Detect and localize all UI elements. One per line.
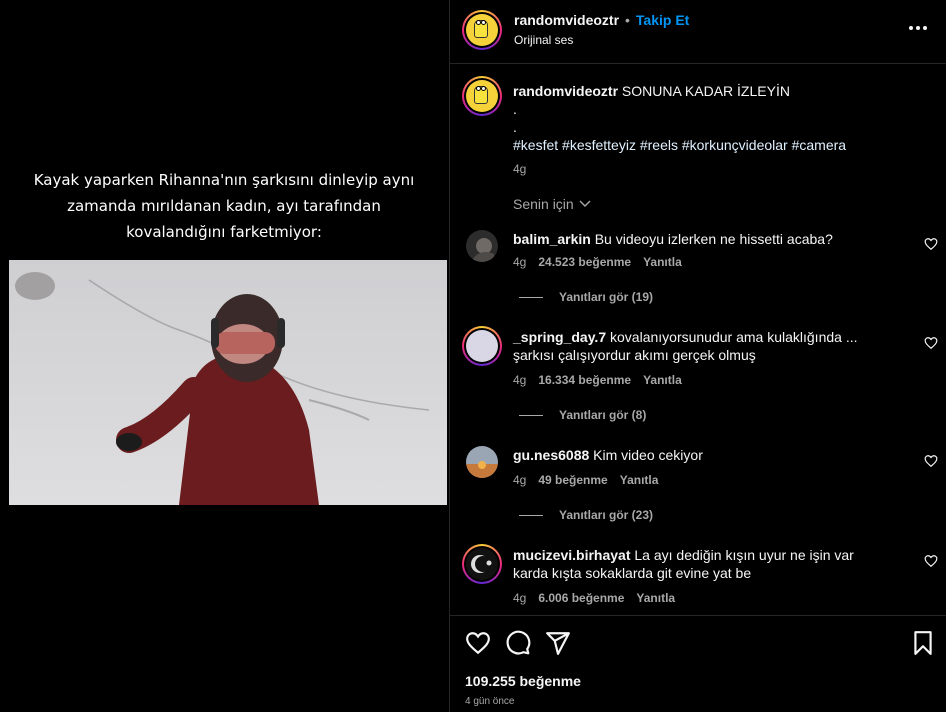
comment-username[interactable]: balim_arkin bbox=[513, 231, 591, 247]
caption-line: Kayak yaparken Rihanna'nın şarkısını din… bbox=[33, 171, 415, 189]
audio-label[interactable]: Orijinal ses bbox=[514, 33, 573, 47]
view-replies-button[interactable]: Yanıtları gör (8) bbox=[519, 408, 646, 422]
reply-button[interactable]: Yanıtla bbox=[636, 591, 675, 605]
video-panel[interactable]: Kayak yaparken Rihanna'nın şarkısını din… bbox=[0, 0, 448, 712]
reply-button[interactable]: Yanıtla bbox=[643, 373, 682, 387]
bookmark-icon[interactable] bbox=[910, 630, 936, 656]
chevron-down-icon bbox=[579, 200, 591, 207]
comment-username[interactable]: _spring_day.7 bbox=[513, 329, 606, 345]
bear-silhouette bbox=[15, 272, 55, 300]
sort-label: Senin için bbox=[513, 196, 574, 212]
comment-time: 4g bbox=[513, 255, 527, 269]
commenter-avatar[interactable] bbox=[462, 326, 502, 366]
more-options-icon[interactable] bbox=[909, 22, 929, 34]
comment-time: 4g bbox=[513, 591, 527, 605]
caption-hashtags[interactable]: #kesfet #kesfetteyiz #reels #korkunçvide… bbox=[513, 136, 923, 154]
caption-line: zamanda mırıldanan kadın, ayı tarafından bbox=[67, 197, 381, 215]
heart-icon[interactable] bbox=[924, 554, 938, 568]
comment-time: 4g bbox=[513, 473, 527, 487]
caption-username[interactable]: randomvideoztr bbox=[513, 83, 618, 99]
post-details-panel: randomvideoztr • Takip Et Orijinal ses r… bbox=[449, 0, 946, 712]
caption-line: kovalandığını farketmiyor: bbox=[126, 223, 322, 241]
video-frame[interactable] bbox=[9, 260, 447, 505]
comment-text: Bu videoyu izlerken ne hissetti acaba? bbox=[594, 231, 833, 247]
author-username[interactable]: randomvideoztr bbox=[514, 12, 619, 28]
commenter-avatar[interactable] bbox=[462, 544, 502, 584]
commenter-avatar[interactable] bbox=[466, 230, 498, 262]
comment-text: Kim video cekiyor bbox=[593, 447, 703, 463]
view-replies-button[interactable]: Yanıtları gör (19) bbox=[519, 290, 653, 304]
caption-text: SONUNA KADAR İZLEYİN bbox=[621, 83, 790, 99]
comment-username[interactable]: mucizevi.birhayat bbox=[513, 547, 631, 563]
comment-icon[interactable] bbox=[505, 630, 531, 656]
like-heart-icon[interactable] bbox=[465, 630, 491, 656]
comment-likes[interactable]: 16.334 beğenme bbox=[538, 373, 631, 387]
heart-icon[interactable] bbox=[924, 237, 938, 251]
comment-likes[interactable]: 49 beğenme bbox=[538, 473, 607, 487]
video-still-image bbox=[9, 260, 447, 505]
caption-time: 4g bbox=[513, 162, 527, 176]
comment-sort-dropdown[interactable]: Senin için bbox=[513, 196, 591, 212]
caption-dot: . bbox=[513, 101, 517, 117]
follow-button[interactable]: Takip Et bbox=[636, 12, 689, 28]
send-icon[interactable] bbox=[545, 630, 571, 656]
heart-icon[interactable] bbox=[924, 454, 938, 468]
reply-button[interactable]: Yanıtla bbox=[620, 473, 659, 487]
video-caption-overlay: Kayak yaparken Rihanna'nın şarkısını din… bbox=[30, 167, 418, 245]
caption-author-avatar[interactable] bbox=[462, 76, 502, 116]
view-replies-button[interactable]: Yanıtları gör (23) bbox=[519, 508, 653, 522]
post-actions: 109.255 beğenme 4 gün önce bbox=[450, 615, 946, 712]
comment-username[interactable]: gu.nes6088 bbox=[513, 447, 589, 463]
reply-button[interactable]: Yanıtla bbox=[643, 255, 682, 269]
heart-icon[interactable] bbox=[924, 336, 938, 350]
commenter-avatar[interactable] bbox=[466, 446, 498, 478]
comment-likes[interactable]: 24.523 beğenme bbox=[538, 255, 631, 269]
post-header: randomvideoztr • Takip Et Orijinal ses bbox=[450, 0, 946, 64]
post-date: 4 gün önce bbox=[465, 696, 515, 707]
separator-dot: • bbox=[625, 12, 630, 28]
caption-dot: . bbox=[513, 119, 517, 135]
likes-count[interactable]: 109.255 beğenme bbox=[465, 673, 581, 689]
comment-time: 4g bbox=[513, 373, 527, 387]
author-avatar[interactable] bbox=[462, 10, 502, 50]
comment-likes[interactable]: 6.006 beğenme bbox=[538, 591, 624, 605]
